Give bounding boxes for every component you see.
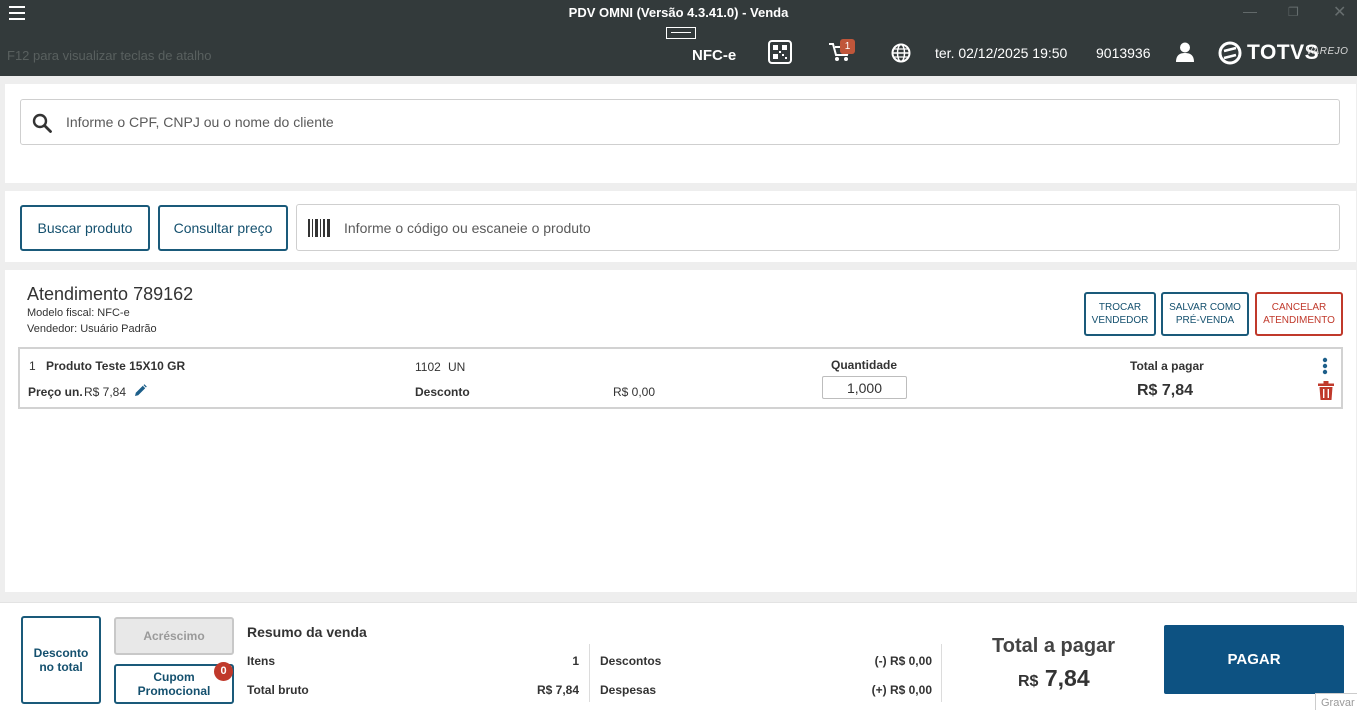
discount-total-line2: no total [39, 660, 83, 674]
maximize-icon[interactable]: ❐ [1288, 5, 1299, 19]
discounts-label: Descontos [600, 654, 662, 668]
cancel-attendance-button[interactable]: CANCELAR ATENDIMENTO [1255, 292, 1343, 336]
item-unit: UN [448, 360, 466, 374]
printer-icon [666, 27, 696, 39]
close-icon[interactable]: ✕ [1333, 2, 1346, 22]
sale-footer: Desconto no total Acréscimo Cupom Promoci… [0, 602, 1357, 710]
save-presale-button[interactable]: SALVAR COMO PRÉ-VENDA [1161, 292, 1249, 336]
change-seller-line2: VENDEDOR [1091, 315, 1149, 326]
more-options-icon[interactable] [1322, 357, 1328, 375]
record-button[interactable]: Gravar [1315, 693, 1357, 710]
surcharge-button[interactable]: Acréscimo [114, 617, 234, 655]
nfce-status[interactable]: NFC-e [664, 27, 742, 67]
globe-icon[interactable] [891, 43, 911, 63]
quantity-input[interactable] [822, 376, 907, 399]
expenses-value: (+) R$ 0,00 [871, 683, 932, 697]
window-title: PDV OMNI (Versão 4.3.41.0) - Venda [568, 5, 789, 20]
discounts-value: (-) R$ 0,00 [874, 654, 932, 668]
search-product-button[interactable]: Buscar produto [20, 205, 150, 251]
cart-count-badge: 1 [840, 39, 855, 54]
grand-total-value: R$ 7,84 [1018, 665, 1090, 692]
sale-item-row[interactable]: 1 Produto Teste 15X10 GR 1102 UN Preço u… [18, 347, 1343, 409]
search-icon [32, 113, 52, 133]
discount-total-line1: Desconto [33, 646, 89, 660]
user-icon[interactable] [1176, 42, 1194, 62]
discount-total-button[interactable]: Desconto no total [21, 616, 101, 704]
qrcode-icon[interactable] [768, 40, 792, 64]
summary-divider [589, 644, 590, 702]
cancel-line1: CANCELAR [1271, 302, 1327, 313]
summary-title: Resumo da venda [247, 624, 367, 640]
item-index: 1 [29, 359, 36, 373]
totvs-logo-icon [1218, 41, 1242, 65]
items-value: 1 [572, 654, 579, 668]
fiscal-model-label: Modelo fiscal: NFC-e [27, 307, 130, 319]
app-header: PDV OMNI (Versão 4.3.41.0) - Venda — ❐ ✕… [0, 0, 1357, 76]
quantity-label: Quantidade [831, 358, 898, 372]
product-code-input[interactable] [344, 205, 1324, 250]
grand-total-amount: 7,84 [1044, 665, 1090, 691]
attendance-title: Atendimento 789162 [27, 284, 194, 304]
barcode-icon [308, 219, 330, 237]
gross-total-label: Total bruto [247, 683, 309, 697]
items-label: Itens [247, 654, 276, 668]
discount-value: R$ 0,00 [613, 385, 656, 399]
expenses-label: Despesas [600, 683, 657, 697]
gross-total-value: R$ 7,84 [536, 683, 579, 697]
coupon-count-badge: 0 [214, 662, 233, 681]
item-name: Produto Teste 15X10 GR [46, 359, 186, 373]
check-price-button[interactable]: Consultar preço [158, 205, 288, 251]
item-code: 1102 [415, 360, 441, 374]
save-presale-line1: SALVAR COMO [1169, 302, 1241, 313]
product-code-box [296, 204, 1340, 251]
total-divider [941, 644, 942, 702]
client-search-box [20, 99, 1340, 145]
product-panel: Buscar produto Consultar preço [5, 191, 1356, 262]
logo-sub: VAREJO [1306, 46, 1349, 57]
grand-total-label: Total a pagar [992, 635, 1115, 657]
fiscal-mode-label: NFC-e [692, 47, 737, 64]
save-presale-line2: PRÉ-VENDA [1175, 315, 1235, 326]
change-seller-line1: TROCAR [1098, 302, 1142, 313]
unit-price-value: R$ 7,84 [84, 385, 127, 399]
discount-label: Desconto [415, 385, 470, 399]
attendance-panel: Atendimento 789162 Modelo fiscal: NFC-e … [5, 270, 1356, 592]
pay-button[interactable]: PAGAR [1164, 625, 1344, 694]
seller-label: Vendedor: Usuário Padrão [27, 323, 157, 335]
change-seller-button[interactable]: TROCAR VENDEDOR [1084, 292, 1156, 336]
cancel-line2: ATENDIMENTO [1263, 315, 1335, 326]
edit-price-icon[interactable] [134, 384, 147, 397]
grand-total-currency: R$ [1018, 673, 1039, 690]
client-search-input[interactable] [66, 100, 1326, 144]
datetime-label: ter. 02/12/2025 19:50 [935, 45, 1068, 61]
minimize-icon[interactable]: — [1243, 3, 1257, 19]
user-code-label: 9013936 [1096, 45, 1151, 61]
item-total-label: Total a pagar [1130, 359, 1204, 373]
client-panel [5, 84, 1356, 183]
item-total-value: R$ 7,84 [1137, 382, 1194, 399]
shortcut-hint: F12 para visualizar teclas de atalho [7, 48, 212, 63]
delete-item-icon[interactable] [1318, 381, 1334, 400]
unit-price-label: Preço un. [28, 385, 83, 399]
